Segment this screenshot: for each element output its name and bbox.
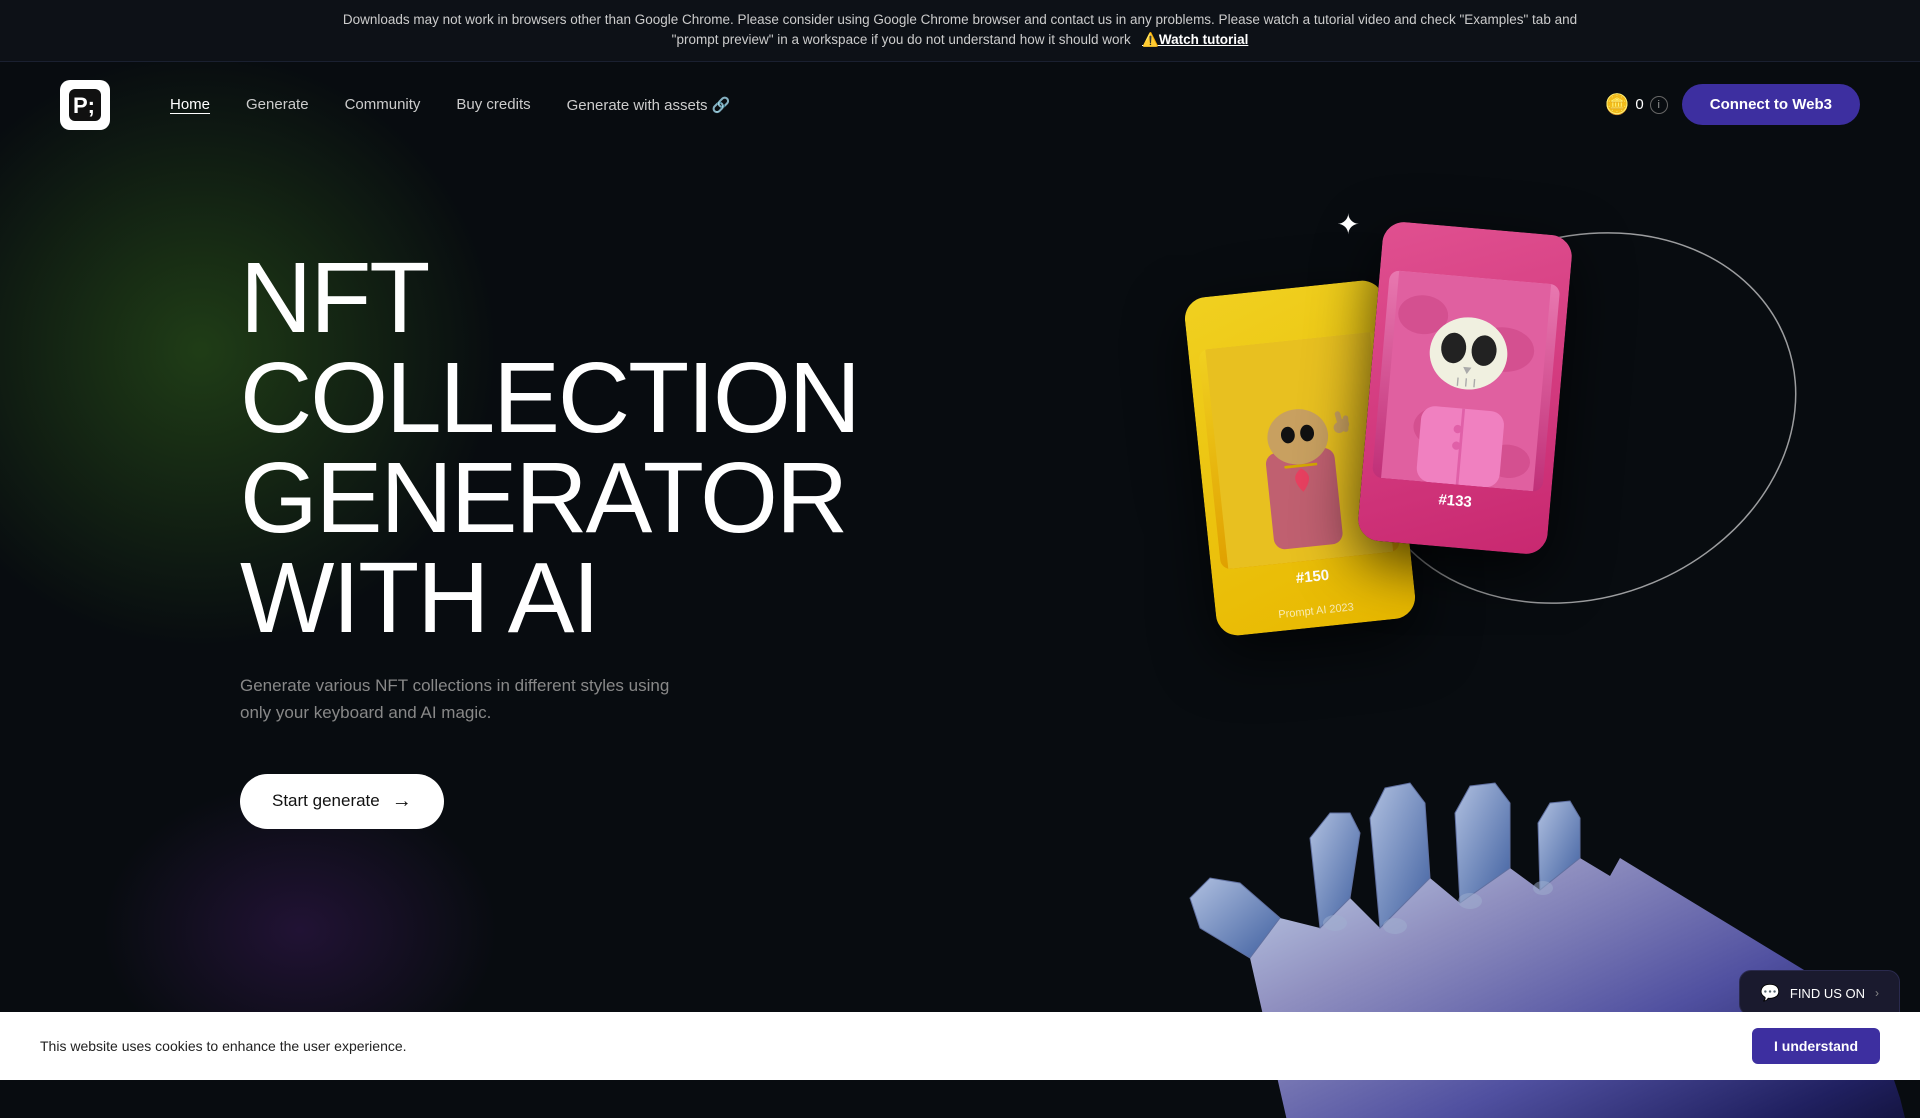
nft-card-1-number: #150: [1295, 566, 1330, 586]
start-generate-button[interactable]: Start generate →: [240, 774, 444, 829]
logo[interactable]: P;: [60, 80, 110, 130]
nav-buy-credits[interactable]: Buy credits: [456, 96, 530, 113]
nft-card-1-subtitle: Prompt AI 2023: [1216, 594, 1416, 627]
credits-display: 🪙 0 i: [1605, 92, 1668, 117]
chevron-right-icon: ›: [1875, 986, 1879, 1000]
nav-links: Home Generate Community Buy credits Gene…: [170, 96, 1565, 114]
nav-generate[interactable]: Generate: [246, 96, 309, 113]
nft-phone-cards: #150 Prompt AI 2023: [1200, 228, 1700, 648]
hero-section: NFT COLLECTION GENERATOR WITH AI Generat…: [0, 148, 1920, 1118]
hero-subtitle: Generate various NFT collections in diff…: [240, 672, 690, 726]
credits-amount: 0: [1635, 96, 1643, 113]
chat-icon: 💬: [1760, 983, 1780, 1003]
announcement-text-2: "prompt preview" in a workspace if you d…: [672, 32, 1131, 47]
watch-tutorial-link[interactable]: ⚠️Watch tutorial: [1142, 30, 1248, 50]
credits-info-icon[interactable]: i: [1650, 96, 1668, 114]
nav-generate-assets[interactable]: Generate with assets 🔗: [567, 96, 731, 114]
chat-widget[interactable]: 💬 FIND US ON ›: [1739, 970, 1900, 1016]
coin-icon: 🪙: [1605, 92, 1630, 117]
announcement-text-1: Downloads may not work in browsers other…: [343, 12, 1577, 27]
sparkle-icon: ✦: [1337, 208, 1360, 241]
arrow-right-icon: →: [392, 790, 412, 813]
nft-card-2-number: #133: [1438, 490, 1473, 510]
navbar: P; Home Generate Community Buy credits G…: [0, 62, 1920, 148]
svg-text:P;: P;: [73, 93, 95, 118]
nft-char-2: [1371, 269, 1559, 491]
logo-box: P;: [60, 80, 110, 130]
nav-home[interactable]: Home: [170, 96, 210, 113]
cookie-accept-button[interactable]: I understand: [1752, 1028, 1880, 1064]
hero-title: NFT COLLECTION GENERATOR WITH AI: [240, 248, 859, 648]
nav-community[interactable]: Community: [345, 96, 421, 113]
connect-web3-button[interactable]: Connect to Web3: [1682, 84, 1860, 125]
cookie-bar: This website uses cookies to enhance the…: [0, 1012, 1920, 1080]
nft-card-2-screen: #133: [1356, 220, 1573, 555]
chat-label: FIND US ON: [1790, 986, 1865, 1001]
logo-svg: P;: [69, 89, 101, 121]
hero-text: NFT COLLECTION GENERATOR WITH AI Generat…: [240, 208, 859, 829]
nft-card-2-art: [1371, 269, 1559, 491]
cookie-message: This website uses cookies to enhance the…: [40, 1038, 407, 1054]
nav-right: 🪙 0 i Connect to Web3: [1605, 84, 1860, 125]
nft-card-2: #133: [1356, 220, 1573, 555]
announcement-bar: Downloads may not work in browsers other…: [0, 0, 1920, 62]
